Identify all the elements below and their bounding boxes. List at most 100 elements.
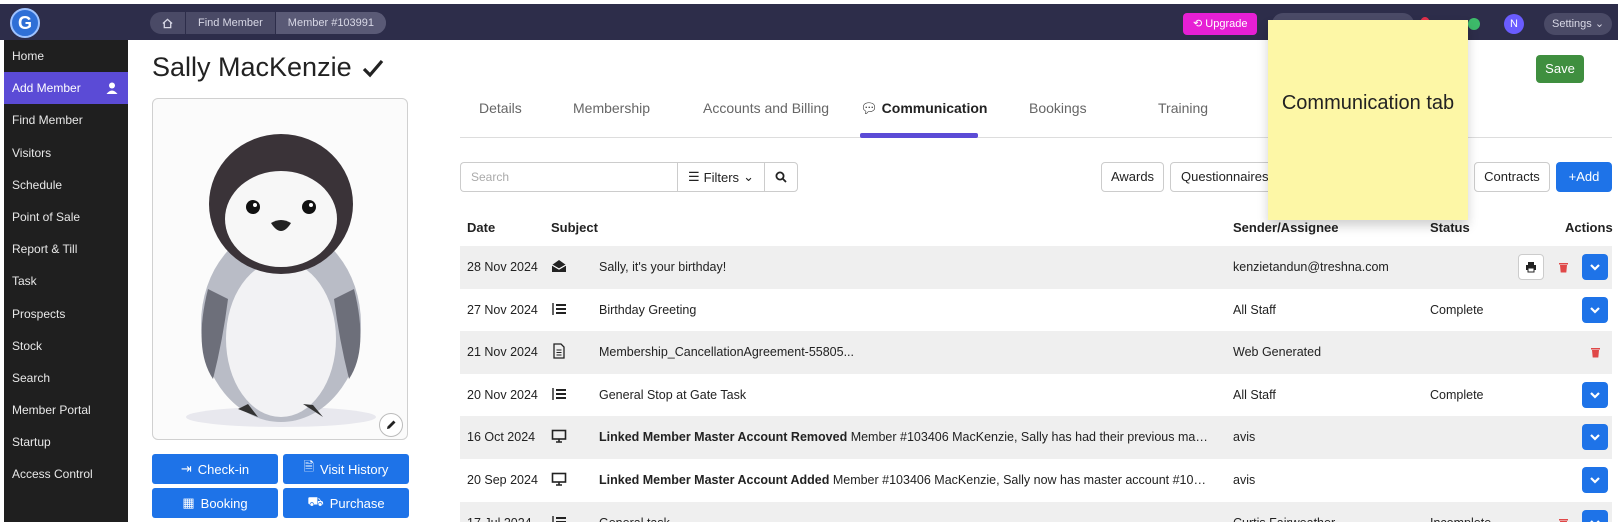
filters-button[interactable]: ☰ Filters ⌄ bbox=[677, 162, 765, 192]
column-status[interactable]: Status bbox=[1430, 220, 1470, 235]
search-input[interactable] bbox=[460, 162, 678, 192]
tab-training[interactable]: Training bbox=[1158, 100, 1208, 116]
chevron-down-button[interactable] bbox=[1582, 381, 1608, 408]
tab-bookings[interactable]: Bookings bbox=[1029, 100, 1087, 116]
chevron-down-button[interactable] bbox=[1582, 254, 1608, 280]
booking-label: Booking bbox=[200, 495, 248, 511]
chevron-down-icon bbox=[1589, 431, 1601, 443]
sticky-note: Communication tab bbox=[1268, 20, 1468, 220]
sidebar-item-point-of-sale[interactable]: Point of Sale bbox=[4, 201, 128, 233]
trash-icon bbox=[1558, 517, 1569, 522]
row-subject-bold: Linked Member Master Account Removed bbox=[599, 430, 848, 445]
tab-communication[interactable]: 💬︎ Communication bbox=[860, 100, 987, 117]
row-subject[interactable]: General Stop at Gate Task bbox=[599, 388, 1209, 402]
edit-photo-button[interactable] bbox=[379, 413, 403, 437]
row-subject[interactable]: Linked Member Master Account Removed Mem… bbox=[599, 430, 1209, 444]
sidebar-item-stock[interactable]: Stock bbox=[4, 330, 128, 362]
row-status: Incomplete bbox=[1430, 516, 1491, 522]
upgrade-button[interactable]: ⟲ Upgrade bbox=[1183, 13, 1258, 35]
add-button[interactable]: +Add bbox=[1556, 162, 1612, 192]
sliders-icon: ☰ bbox=[688, 169, 700, 184]
monitor-icon bbox=[551, 471, 567, 490]
sidebar-item-add-member[interactable]: Add Member bbox=[4, 72, 128, 105]
row-actions bbox=[1582, 296, 1608, 323]
row-sender: Web Generated bbox=[1233, 345, 1322, 360]
row-status: Complete bbox=[1430, 387, 1484, 402]
table-row[interactable]: 20 Nov 2024 General Stop at Gate Task All … bbox=[460, 374, 1612, 417]
sidebar-item-startup[interactable]: Startup bbox=[4, 426, 128, 458]
sidebar-item-schedule[interactable]: Schedule bbox=[4, 169, 128, 201]
login-icon: ⇥ bbox=[180, 461, 192, 476]
chevron-down-button[interactable] bbox=[1582, 424, 1608, 451]
breadcrumb: Find Member Member #103991 bbox=[150, 12, 387, 34]
column-subject[interactable]: Subject bbox=[551, 220, 598, 235]
tab-details[interactable]: Details bbox=[479, 100, 522, 116]
chevron-down-button[interactable] bbox=[1582, 467, 1608, 493]
trash-icon bbox=[1590, 346, 1601, 358]
chevron-down-icon bbox=[1589, 389, 1601, 401]
row-date: 27 Nov 2024 bbox=[467, 302, 538, 317]
chevron-down-button[interactable] bbox=[1582, 509, 1608, 522]
table-row[interactable]: 17 Jul 2024 General task Curtis Fairweathe… bbox=[460, 501, 1612, 522]
row-subject[interactable]: Membership_CancellationAgreement-55805..… bbox=[599, 345, 1209, 359]
sidebar-item-report-till[interactable]: Report & Till bbox=[4, 233, 128, 265]
sidebar-item-home[interactable]: Home bbox=[4, 40, 128, 72]
sidebar-item-search[interactable]: Search bbox=[4, 362, 128, 394]
chevron-down-icon bbox=[1589, 517, 1601, 522]
purchase-label: Purchase bbox=[329, 495, 385, 511]
trash-button[interactable] bbox=[1550, 254, 1576, 280]
trash-button[interactable] bbox=[1582, 339, 1608, 365]
contracts-button[interactable]: Contracts bbox=[1474, 162, 1550, 192]
tab-membership[interactable]: Membership bbox=[573, 100, 650, 116]
sidebar-item-visitors[interactable]: Visitors bbox=[4, 137, 128, 169]
row-actions bbox=[1582, 381, 1608, 408]
booking-button[interactable]: ▦ Booking bbox=[152, 488, 278, 518]
app-logo[interactable]: G bbox=[10, 8, 40, 38]
chevron-down-icon: ⌄ bbox=[743, 169, 754, 184]
row-status: Complete bbox=[1430, 302, 1484, 317]
table-row[interactable]: 27 Nov 2024 Birthday Greeting All Staff Com… bbox=[460, 289, 1612, 332]
sidebar-item-access-control[interactable]: Access Control bbox=[4, 458, 128, 490]
sidebar-item-member-portal[interactable]: Member Portal bbox=[4, 394, 128, 426]
table-row[interactable]: 28 Nov 2024 Sally, it's your birthday! ken… bbox=[460, 246, 1612, 289]
row-subject[interactable]: Linked Member Master Account Added Membe… bbox=[599, 473, 1209, 487]
trash-button[interactable] bbox=[1550, 510, 1576, 522]
tab-accounts-billing[interactable]: Accounts and Billing bbox=[703, 100, 829, 116]
row-actions bbox=[1582, 424, 1608, 451]
trash-icon bbox=[1558, 261, 1569, 273]
row-subject[interactable]: Birthday Greeting bbox=[599, 303, 1209, 317]
document-icon bbox=[551, 343, 567, 362]
breadcrumb-member-id[interactable]: Member #103991 bbox=[275, 12, 387, 34]
search-button[interactable] bbox=[764, 162, 798, 192]
table-row[interactable]: 16 Oct 2024 Linked Member Master Account … bbox=[460, 416, 1612, 459]
sidebar-item-find-member[interactable]: Find Member bbox=[4, 104, 128, 136]
column-date[interactable]: Date bbox=[467, 220, 495, 235]
sidebar-item-task[interactable]: Task bbox=[4, 265, 128, 297]
chevron-down-button[interactable] bbox=[1582, 296, 1608, 323]
visit-history-button[interactable]: 🗎 Visit History bbox=[283, 454, 409, 484]
breadcrumb-find-member[interactable]: Find Member bbox=[186, 12, 276, 34]
checkin-button[interactable]: ⇥ Check-in bbox=[152, 454, 278, 484]
table-row[interactable]: 20 Sep 2024 Linked Member Master Account … bbox=[460, 459, 1612, 502]
sidebar-item-prospects[interactable]: Prospects bbox=[4, 298, 128, 330]
settings-menu[interactable]: Settings ⌄ bbox=[1544, 13, 1613, 35]
save-button[interactable]: Save bbox=[1536, 55, 1584, 83]
row-subject-text: General task bbox=[599, 516, 670, 522]
active-tab-indicator bbox=[860, 133, 978, 138]
purchase-button[interactable]: ⛟ Purchase bbox=[283, 488, 409, 518]
user-avatar[interactable]: N bbox=[1504, 14, 1524, 34]
awards-button[interactable]: Awards bbox=[1101, 162, 1164, 192]
row-sender: avis bbox=[1233, 473, 1256, 487]
refresh-icon: ⟲ bbox=[1193, 18, 1206, 30]
chevron-down-icon bbox=[1589, 474, 1601, 486]
questionnaires-button[interactable]: Questionnaires bbox=[1170, 162, 1282, 192]
monitor-icon bbox=[551, 428, 567, 447]
row-date: 21 Nov 2024 bbox=[467, 345, 538, 360]
column-sender[interactable]: Sender/Assignee bbox=[1233, 220, 1339, 235]
table-row[interactable]: 21 Nov 2024 Membership_CancellationAgreem… bbox=[460, 331, 1612, 374]
row-sender: avis bbox=[1233, 430, 1256, 445]
print-button[interactable] bbox=[1518, 254, 1544, 280]
row-subject[interactable]: Sally, it's your birthday! bbox=[599, 260, 1209, 274]
row-subject[interactable]: General task bbox=[599, 516, 1209, 522]
breadcrumb-home[interactable] bbox=[150, 12, 186, 34]
